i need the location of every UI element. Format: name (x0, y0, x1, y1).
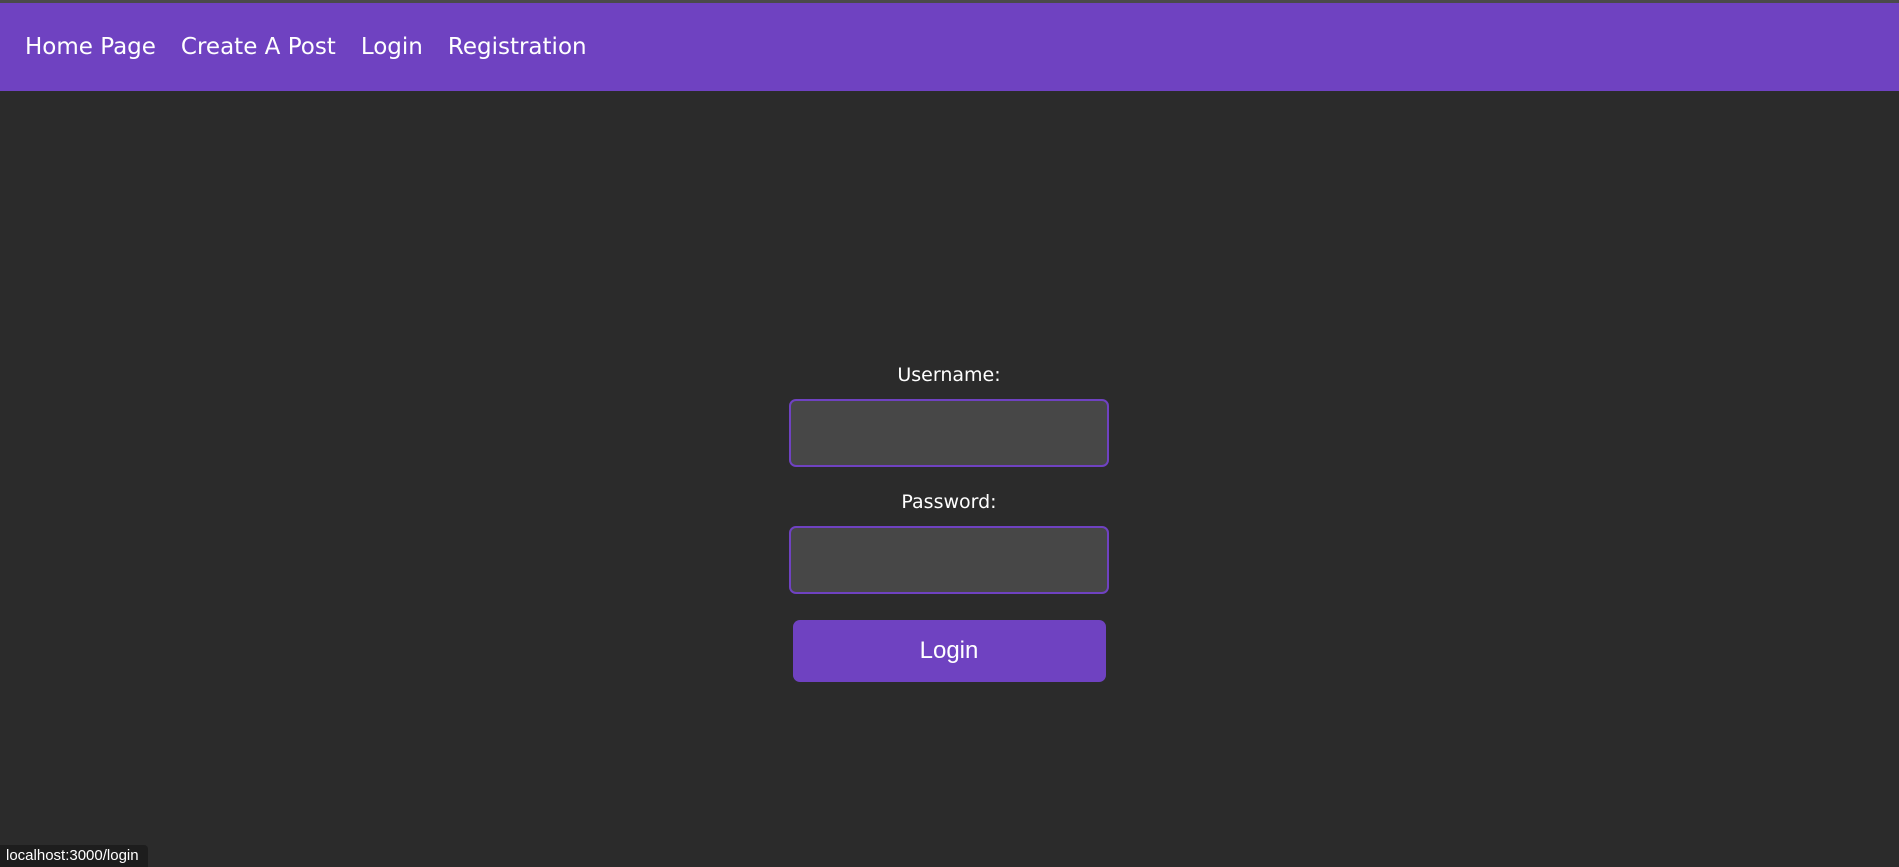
password-input[interactable] (789, 526, 1109, 594)
status-bar-url: localhost:3000/login (0, 845, 148, 867)
login-button[interactable]: Login (792, 620, 1106, 682)
nav-link-home-page[interactable]: Home Page (25, 34, 156, 60)
username-input[interactable] (789, 399, 1109, 467)
nav-link-login[interactable]: Login (361, 34, 423, 60)
nav-link-create-a-post[interactable]: Create A Post (181, 34, 336, 60)
login-form: Username: Password: Login (789, 360, 1109, 682)
username-label: Username: (897, 364, 1001, 386)
password-label: Password: (901, 491, 997, 513)
nav-link-registration[interactable]: Registration (448, 34, 587, 60)
navbar: Home Page Create A Post Login Registrati… (0, 3, 1899, 91)
